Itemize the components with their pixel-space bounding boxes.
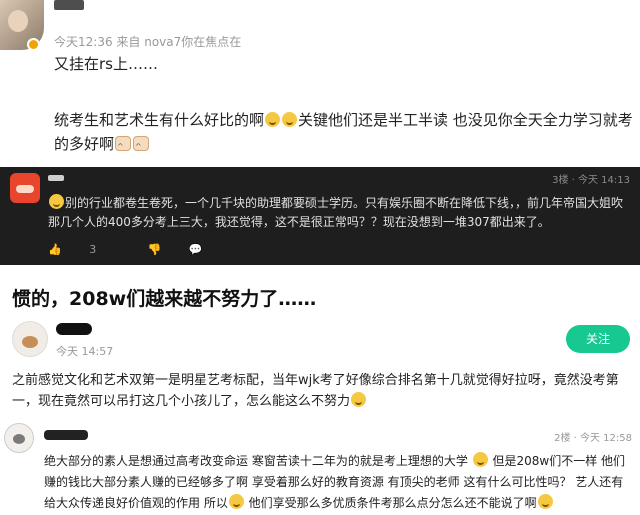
grin-emoji-icon [472, 452, 488, 467]
answer-post: 今天 14:57 关注 之前感觉文化和艺术双第一是明星艺考标配，当年wjk考了好… [0, 311, 640, 416]
follow-button[interactable]: 关注 [566, 325, 630, 353]
grin-emoji-icon [351, 392, 367, 407]
username-redacted[interactable] [56, 323, 92, 335]
post-meta: 今天12:36 来自 nova7你在焦点在 [54, 35, 242, 49]
verified-badge-icon [27, 38, 40, 51]
headline: 惯的，208w们越来越不努力了…… [12, 288, 317, 310]
headline-section: 惯的，208w们越来越不努力了…… [0, 265, 640, 311]
comment-meta: 3楼 · 今天 14:13 [552, 175, 630, 186]
laugh-cry-emoji-icon [265, 112, 281, 127]
laugh-cry-emoji-icon [282, 112, 298, 127]
post-text-line1: 又挂在rs上…… [54, 55, 158, 73]
username-redacted[interactable] [44, 430, 88, 440]
like-count: 3 [89, 243, 97, 256]
comment-body: 别的行业都卷生卷死，一个几千块的助理都要硕士学历。只有娱乐圈不断在降低下线，，前… [48, 196, 624, 229]
reply-body-a: 绝大部分的素人是想通过高考改变命运 寒窗苦读十二年为的就是考上理想的大学 [44, 454, 468, 468]
reply-body-c: 他们享受那么多优质条件考那么点分怎么还不能说了啊 [248, 496, 537, 510]
post-meta: 今天 14:57 [56, 345, 114, 358]
like-button[interactable]: 👍 3 [48, 243, 120, 256]
like-icon: 👍 [48, 243, 62, 256]
weibo-post: 今天12:36 来自 nova7你在焦点在 又挂在rs上…… 统考生和艺术生有什… [0, 0, 640, 183]
laugh-cry-emoji-icon [49, 194, 64, 209]
grin-emoji-icon [228, 494, 244, 509]
dark-comment: 3楼 · 今天 14:13 别的行业都卷生卷死，一个几千块的助理都要硕士学历。只… [0, 167, 640, 265]
reply-meta: 2楼 · 今天 12:58 [554, 433, 632, 444]
user-avatar[interactable] [12, 321, 48, 357]
grin-emoji-icon [537, 494, 553, 509]
user-avatar[interactable] [10, 173, 40, 203]
username-redacted[interactable] [48, 175, 64, 181]
username-redacted[interactable] [54, 0, 84, 10]
reply-post: 2楼 · 今天 12:58 绝大部分的素人是想通过高考改变命运 寒窗苦读十二年为… [0, 416, 640, 515]
post-text-line2: 统考生和艺术生有什么好比的啊 关键他们还是半工半读 也没见你全天全力学习就考的多好… [54, 108, 639, 183]
comment-icon[interactable]: 💬 [189, 243, 203, 256]
post-text: 之前感觉文化和艺术双第一是明星艺考标配，当年wjk考了好像综合排名第十几就觉得好… [12, 370, 632, 412]
comment-text: 别的行业都卷生卷死，一个几千块的助理都要硕士学历。只有娱乐圈不断在降低下线，，前… [48, 194, 630, 232]
post-body: 之前感觉文化和艺术双第一是明星艺考标配，当年wjk考了好像综合排名第十几就觉得好… [12, 373, 619, 409]
dislike-icon[interactable]: 👎 [148, 243, 162, 256]
comment-actions: 👍 3 👎 💬 [48, 243, 227, 256]
user-avatar[interactable] [4, 423, 34, 453]
cat-emoji-icon [133, 135, 150, 183]
cat-emoji-icon [115, 135, 132, 183]
reply-text: 绝大部分的素人是想通过高考改变命运 寒窗苦读十二年为的就是考上理想的大学 但是2… [44, 451, 634, 514]
post-text-part-a: 统考生和艺术生有什么好比的啊 [54, 111, 265, 129]
